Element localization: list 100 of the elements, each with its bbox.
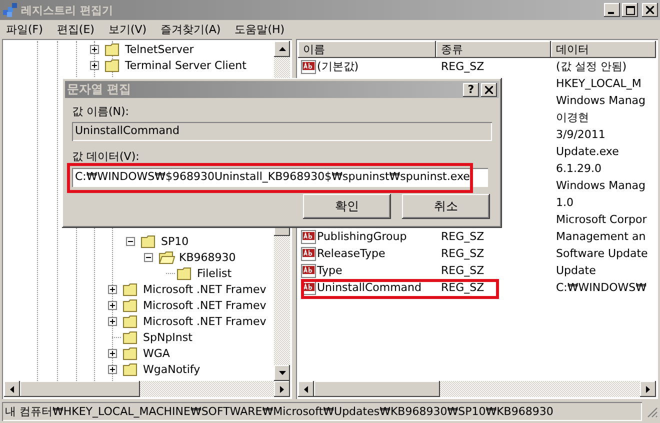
string-value-icon bbox=[301, 60, 316, 74]
folder-icon bbox=[105, 42, 121, 56]
value-name[interactable]: ReleaseType bbox=[317, 247, 386, 260]
folder-icon bbox=[123, 362, 139, 376]
close-button[interactable] bbox=[642, 3, 658, 17]
value-data: Windows Manag bbox=[556, 94, 646, 107]
tree-item[interactable]: WgaNotify bbox=[4, 361, 274, 377]
value-name-field[interactable]: UninstallCommand bbox=[72, 122, 492, 141]
value-type: REG_SZ bbox=[441, 281, 484, 294]
ok-button[interactable]: 확인 bbox=[303, 194, 391, 219]
maximize-icon bbox=[626, 6, 634, 14]
tree-item[interactable]: Terminal Server Client bbox=[4, 57, 274, 73]
expand-icon[interactable] bbox=[108, 316, 117, 326]
maximize-button[interactable] bbox=[622, 3, 638, 17]
menu-item[interactable]: 파일(F) bbox=[6, 22, 43, 37]
expand-icon[interactable] bbox=[90, 60, 99, 70]
expand-icon[interactable] bbox=[108, 348, 117, 358]
value-data: Management an bbox=[556, 230, 646, 243]
folder-icon bbox=[123, 298, 139, 312]
left-arrow-icon bbox=[10, 386, 14, 392]
menu-item[interactable]: 보기(V) bbox=[108, 22, 147, 37]
menu-item[interactable]: 편집(E) bbox=[56, 22, 94, 37]
value-data: Update bbox=[556, 264, 596, 277]
expand-icon[interactable] bbox=[108, 364, 117, 374]
value-type: REG_SZ bbox=[441, 247, 484, 260]
tree-item[interactable]: Microsoft .NET Framev bbox=[4, 297, 274, 313]
value-data: (값 설정 안됨) bbox=[556, 59, 627, 74]
help-button[interactable]: ? bbox=[463, 82, 479, 96]
folder-icon bbox=[105, 58, 121, 72]
value-data: 이경현 bbox=[556, 110, 589, 125]
scroll-right-button[interactable] bbox=[640, 381, 656, 397]
folder-icon bbox=[123, 346, 139, 360]
tree-item[interactable]: TelnetServer bbox=[4, 41, 274, 57]
value-data: 3/9/2011 bbox=[556, 128, 606, 141]
column-header[interactable]: 데이터 bbox=[551, 41, 656, 58]
tree-item[interactable]: Filelist bbox=[4, 265, 274, 281]
tree-item[interactable]: SpNpInst bbox=[4, 329, 274, 345]
menu-item[interactable]: 즐겨찾기(A) bbox=[160, 22, 221, 37]
expand-icon[interactable] bbox=[108, 300, 117, 310]
tree-item[interactable]: WGA bbox=[4, 345, 274, 361]
folder-icon bbox=[123, 314, 139, 328]
value-type: REG_SZ bbox=[441, 60, 484, 73]
close-icon bbox=[646, 6, 654, 14]
horizontal-scrollbar[interactable] bbox=[4, 381, 290, 397]
scroll-down-button[interactable] bbox=[274, 365, 290, 381]
collapse-icon[interactable] bbox=[126, 236, 135, 246]
close-icon bbox=[485, 86, 493, 94]
minimize-button[interactable] bbox=[604, 3, 620, 17]
tree-item[interactable]: KB968930 bbox=[4, 249, 274, 265]
window-title: 레지스트리 편집기 bbox=[21, 2, 113, 18]
value-data: Microsoft Corpor bbox=[556, 213, 647, 226]
close-button[interactable] bbox=[481, 82, 497, 96]
column-header[interactable]: 이름 bbox=[298, 41, 436, 58]
scroll-thumb[interactable] bbox=[20, 381, 140, 397]
folder-icon bbox=[123, 282, 139, 296]
string-value-icon bbox=[301, 264, 316, 278]
value-name[interactable]: UninstallCommand bbox=[317, 281, 422, 294]
right-arrow-icon bbox=[280, 386, 284, 392]
resize-grip-icon[interactable] bbox=[646, 406, 658, 418]
tree-item[interactable]: Microsoft .NET Framev bbox=[4, 313, 274, 329]
value-name[interactable]: PublishingGroup bbox=[317, 230, 407, 243]
value-type: REG_SZ bbox=[441, 264, 484, 277]
value-data: Update.exe bbox=[556, 145, 619, 158]
scroll-left-button[interactable] bbox=[4, 381, 20, 397]
scroll-right-button[interactable] bbox=[274, 381, 290, 397]
dialog-title: 문자열 편집 bbox=[67, 81, 132, 98]
string-value-icon bbox=[301, 230, 316, 244]
scroll-up-button[interactable] bbox=[274, 41, 290, 57]
column-header[interactable]: 종류 bbox=[436, 41, 551, 58]
scroll-left-button[interactable] bbox=[298, 381, 314, 397]
string-value-icon bbox=[301, 246, 316, 260]
value-name[interactable]: (기본값) bbox=[317, 59, 359, 74]
status-path: 내 컴퓨터₩HKEY_LOCAL_MACHINE₩SOFTWARE₩Microsoft₩Updates₩KB968930₩SP10₩KB968930 bbox=[2, 402, 642, 421]
value-data: HKEY_LOCAL_M bbox=[556, 77, 642, 90]
expand-icon[interactable] bbox=[108, 284, 117, 294]
right-arrow-icon bbox=[646, 386, 650, 392]
cancel-button[interactable]: 취소 bbox=[402, 194, 490, 219]
folder-icon bbox=[141, 234, 157, 248]
open-folder-icon bbox=[159, 250, 175, 264]
horizontal-scrollbar[interactable] bbox=[298, 381, 656, 397]
expand-icon[interactable] bbox=[90, 44, 99, 54]
left-arrow-icon bbox=[304, 386, 308, 392]
scroll-thumb[interactable] bbox=[314, 381, 440, 397]
folder-icon bbox=[177, 266, 193, 280]
down-arrow-icon bbox=[278, 371, 286, 375]
registry-cubes-icon bbox=[2, 2, 18, 18]
value-data: Software Update bbox=[556, 247, 648, 260]
folder-icon bbox=[123, 330, 139, 344]
menu-item[interactable]: 도움말(H) bbox=[234, 22, 285, 37]
tree-item[interactable]: SP10 bbox=[4, 233, 274, 249]
collapse-icon[interactable] bbox=[144, 252, 153, 262]
value-type: REG_SZ bbox=[441, 230, 484, 243]
tree-item[interactable]: Microsoft .NET Framev bbox=[4, 281, 274, 297]
up-arrow-icon bbox=[278, 47, 286, 51]
value-data: 1.0 bbox=[556, 196, 574, 209]
field-label: 값 이름(N): bbox=[72, 104, 130, 120]
value-data-field[interactable]: C:₩WINDOWS₩$968930Uninstall_KB968930$₩spuninst₩spuninst.exe bbox=[72, 168, 488, 187]
value-data: C:₩WINDOWS₩ bbox=[556, 281, 646, 294]
value-name[interactable]: Type bbox=[317, 264, 342, 277]
value-data: Windows Manag bbox=[556, 179, 646, 192]
